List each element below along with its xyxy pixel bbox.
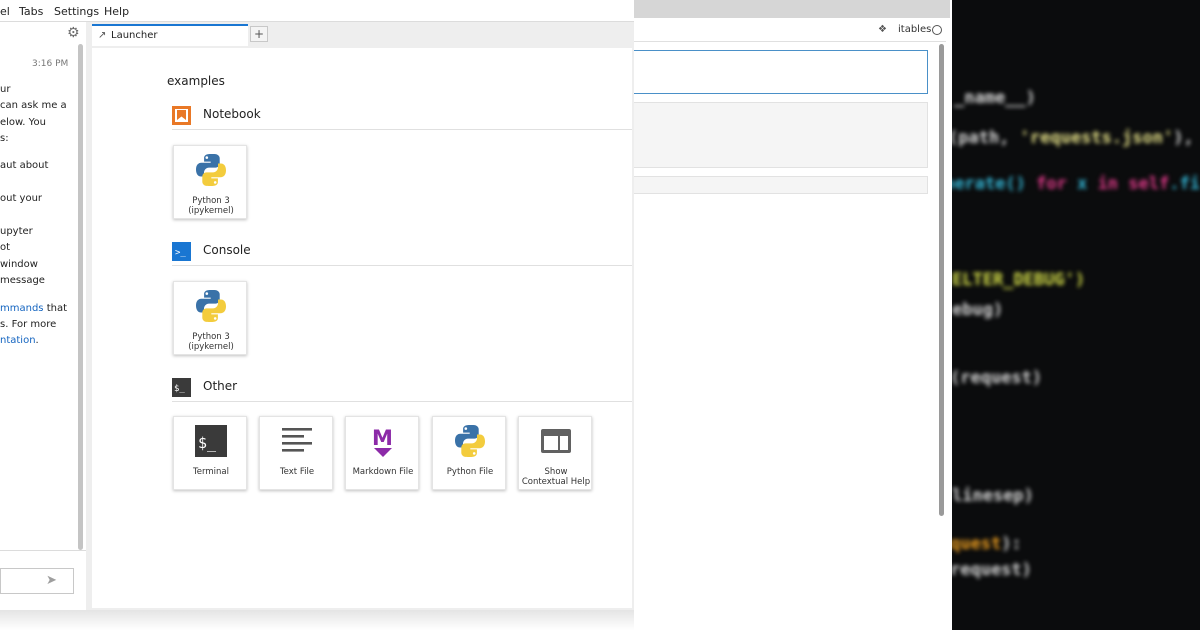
card-label-line1: Python 3: [192, 332, 230, 342]
section-title: Other: [203, 379, 238, 393]
dock-tab-bar: ↗ Launcher +: [90, 22, 634, 46]
section-console-header: >_ Console: [172, 240, 632, 266]
card-label-line2: (ipykernel): [188, 342, 234, 352]
chat-text-line: ot: [0, 242, 11, 253]
chat-text-fragment: that: [43, 303, 68, 314]
chat-message-input[interactable]: [0, 568, 74, 594]
chat-text-fragment: .: [35, 335, 39, 346]
svg-text:M: M: [372, 426, 393, 450]
chat-divider: [0, 550, 86, 551]
card-label: Terminal: [193, 467, 229, 477]
section-title: Notebook: [203, 107, 261, 121]
launcher-card-contextual-help[interactable]: Show Contextual Help: [518, 416, 592, 490]
add-tab-button[interactable]: +: [250, 26, 268, 42]
card-label: Python 3 (ipykernel): [174, 332, 248, 352]
menu-tabs[interactable]: Tabs: [19, 5, 43, 18]
svg-text:$_: $_: [174, 384, 185, 394]
section-title: Console: [203, 243, 251, 257]
launcher-card-python-file[interactable]: Python File: [432, 416, 506, 490]
card-label: Python 3 (ipykernel): [174, 196, 248, 216]
card-label-line1: Show: [544, 467, 568, 477]
launcher-card-terminal[interactable]: $_ Terminal: [173, 416, 247, 490]
menu-help[interactable]: Help: [104, 5, 129, 18]
chat-text-line: s. For more: [0, 319, 57, 330]
menu-bar: el Tabs Settings Help: [0, 0, 634, 22]
python-icon: [455, 425, 485, 457]
section-other-header: $_ Other: [172, 376, 632, 402]
card-label: Markdown File: [352, 467, 414, 477]
chat-text-line: out your: [0, 193, 43, 204]
chat-text-line: ntation.: [0, 335, 39, 346]
bug-icon[interactable]: ❖: [878, 24, 890, 36]
screenshot-collage: _name__) (path, 'requests.json'), 'a' ne…: [0, 0, 1200, 630]
chat-text-line: aut about: [0, 160, 49, 171]
chat-text-line: s:: [0, 133, 9, 144]
terminal-icon: $_: [195, 425, 227, 457]
card-label: Show Contextual Help: [519, 467, 593, 487]
terminal-section-icon: $_: [172, 378, 191, 397]
menu-settings[interactable]: Settings: [54, 5, 99, 18]
kernel-status-icon: [932, 25, 942, 35]
svg-text:$_: $_: [198, 434, 217, 452]
card-label-line1: Python 3: [192, 196, 230, 206]
jupyterlab-window: el Tabs Settings Help ⚙ 3:16 PM ur can a…: [0, 0, 634, 630]
python-icon: [196, 154, 226, 186]
chat-text-line: message: [0, 275, 45, 286]
code-cell-output-strip: [632, 176, 928, 194]
background-notebook-window: ❖ itables: [630, 0, 950, 630]
chat-text-line: mmands that: [0, 303, 67, 314]
commands-link[interactable]: mmands: [0, 303, 44, 314]
tab-label: Launcher: [111, 30, 158, 41]
notebook-icon: [172, 106, 191, 125]
card-label: Python File: [446, 467, 494, 477]
background-notebook-toolbar: ❖ itables: [630, 20, 946, 42]
chat-sidebar: ⚙ 3:16 PM ur can ask me a elow. You s: a…: [0, 22, 86, 610]
send-icon[interactable]: ➤: [46, 573, 57, 588]
section-notebook-header: Notebook: [172, 104, 632, 130]
chat-text-line: window: [0, 259, 38, 270]
kernel-name: itables: [898, 24, 932, 35]
code-background-photo: _name__) (path, 'requests.json'), 'a' ne…: [952, 0, 1200, 630]
gear-icon[interactable]: ⚙: [67, 25, 83, 41]
card-label-line2: (ipykernel): [188, 206, 234, 216]
launcher-card-console-python3[interactable]: Python 3 (ipykernel): [173, 281, 247, 355]
python-icon: [196, 290, 226, 322]
text-file-icon: [282, 428, 312, 452]
markdown-icon: M: [372, 426, 393, 457]
card-label: Text File: [279, 467, 315, 477]
svg-text:>_: >_: [175, 248, 186, 258]
console-icon: >_: [172, 242, 191, 261]
launcher-directory-label: examples: [167, 74, 225, 88]
chat-text-line: ur: [0, 84, 11, 95]
chat-text-line: upyter: [0, 226, 33, 237]
launcher-card-notebook-python3[interactable]: Python 3 (ipykernel): [173, 145, 247, 219]
menu-kernel[interactable]: el: [0, 5, 10, 18]
launcher-card-text-file[interactable]: Text File: [259, 416, 333, 490]
chat-text-line: elow. You: [0, 117, 46, 128]
message-timestamp: 3:16 PM: [32, 59, 69, 69]
launcher-tab-icon: ↗: [98, 30, 107, 41]
chat-scrollbar[interactable]: [78, 44, 83, 550]
contextual-help-icon: [541, 429, 571, 453]
documentation-link[interactable]: ntation: [0, 335, 36, 346]
launcher-panel: examples Notebook Python 3 (ipykernel) >…: [92, 48, 632, 608]
background-scrollbar[interactable]: [939, 44, 944, 516]
chat-text-line: can ask me a: [0, 100, 67, 111]
launcher-card-markdown-file[interactable]: M Markdown File: [345, 416, 419, 490]
window-bottom-edge: [0, 610, 634, 630]
background-window-header: [630, 0, 950, 18]
card-label-line2: Contextual Help: [521, 477, 591, 487]
code-cell-input[interactable]: [632, 50, 928, 94]
tab-launcher[interactable]: ↗ Launcher: [92, 24, 248, 46]
code-cell-output: [632, 102, 928, 168]
